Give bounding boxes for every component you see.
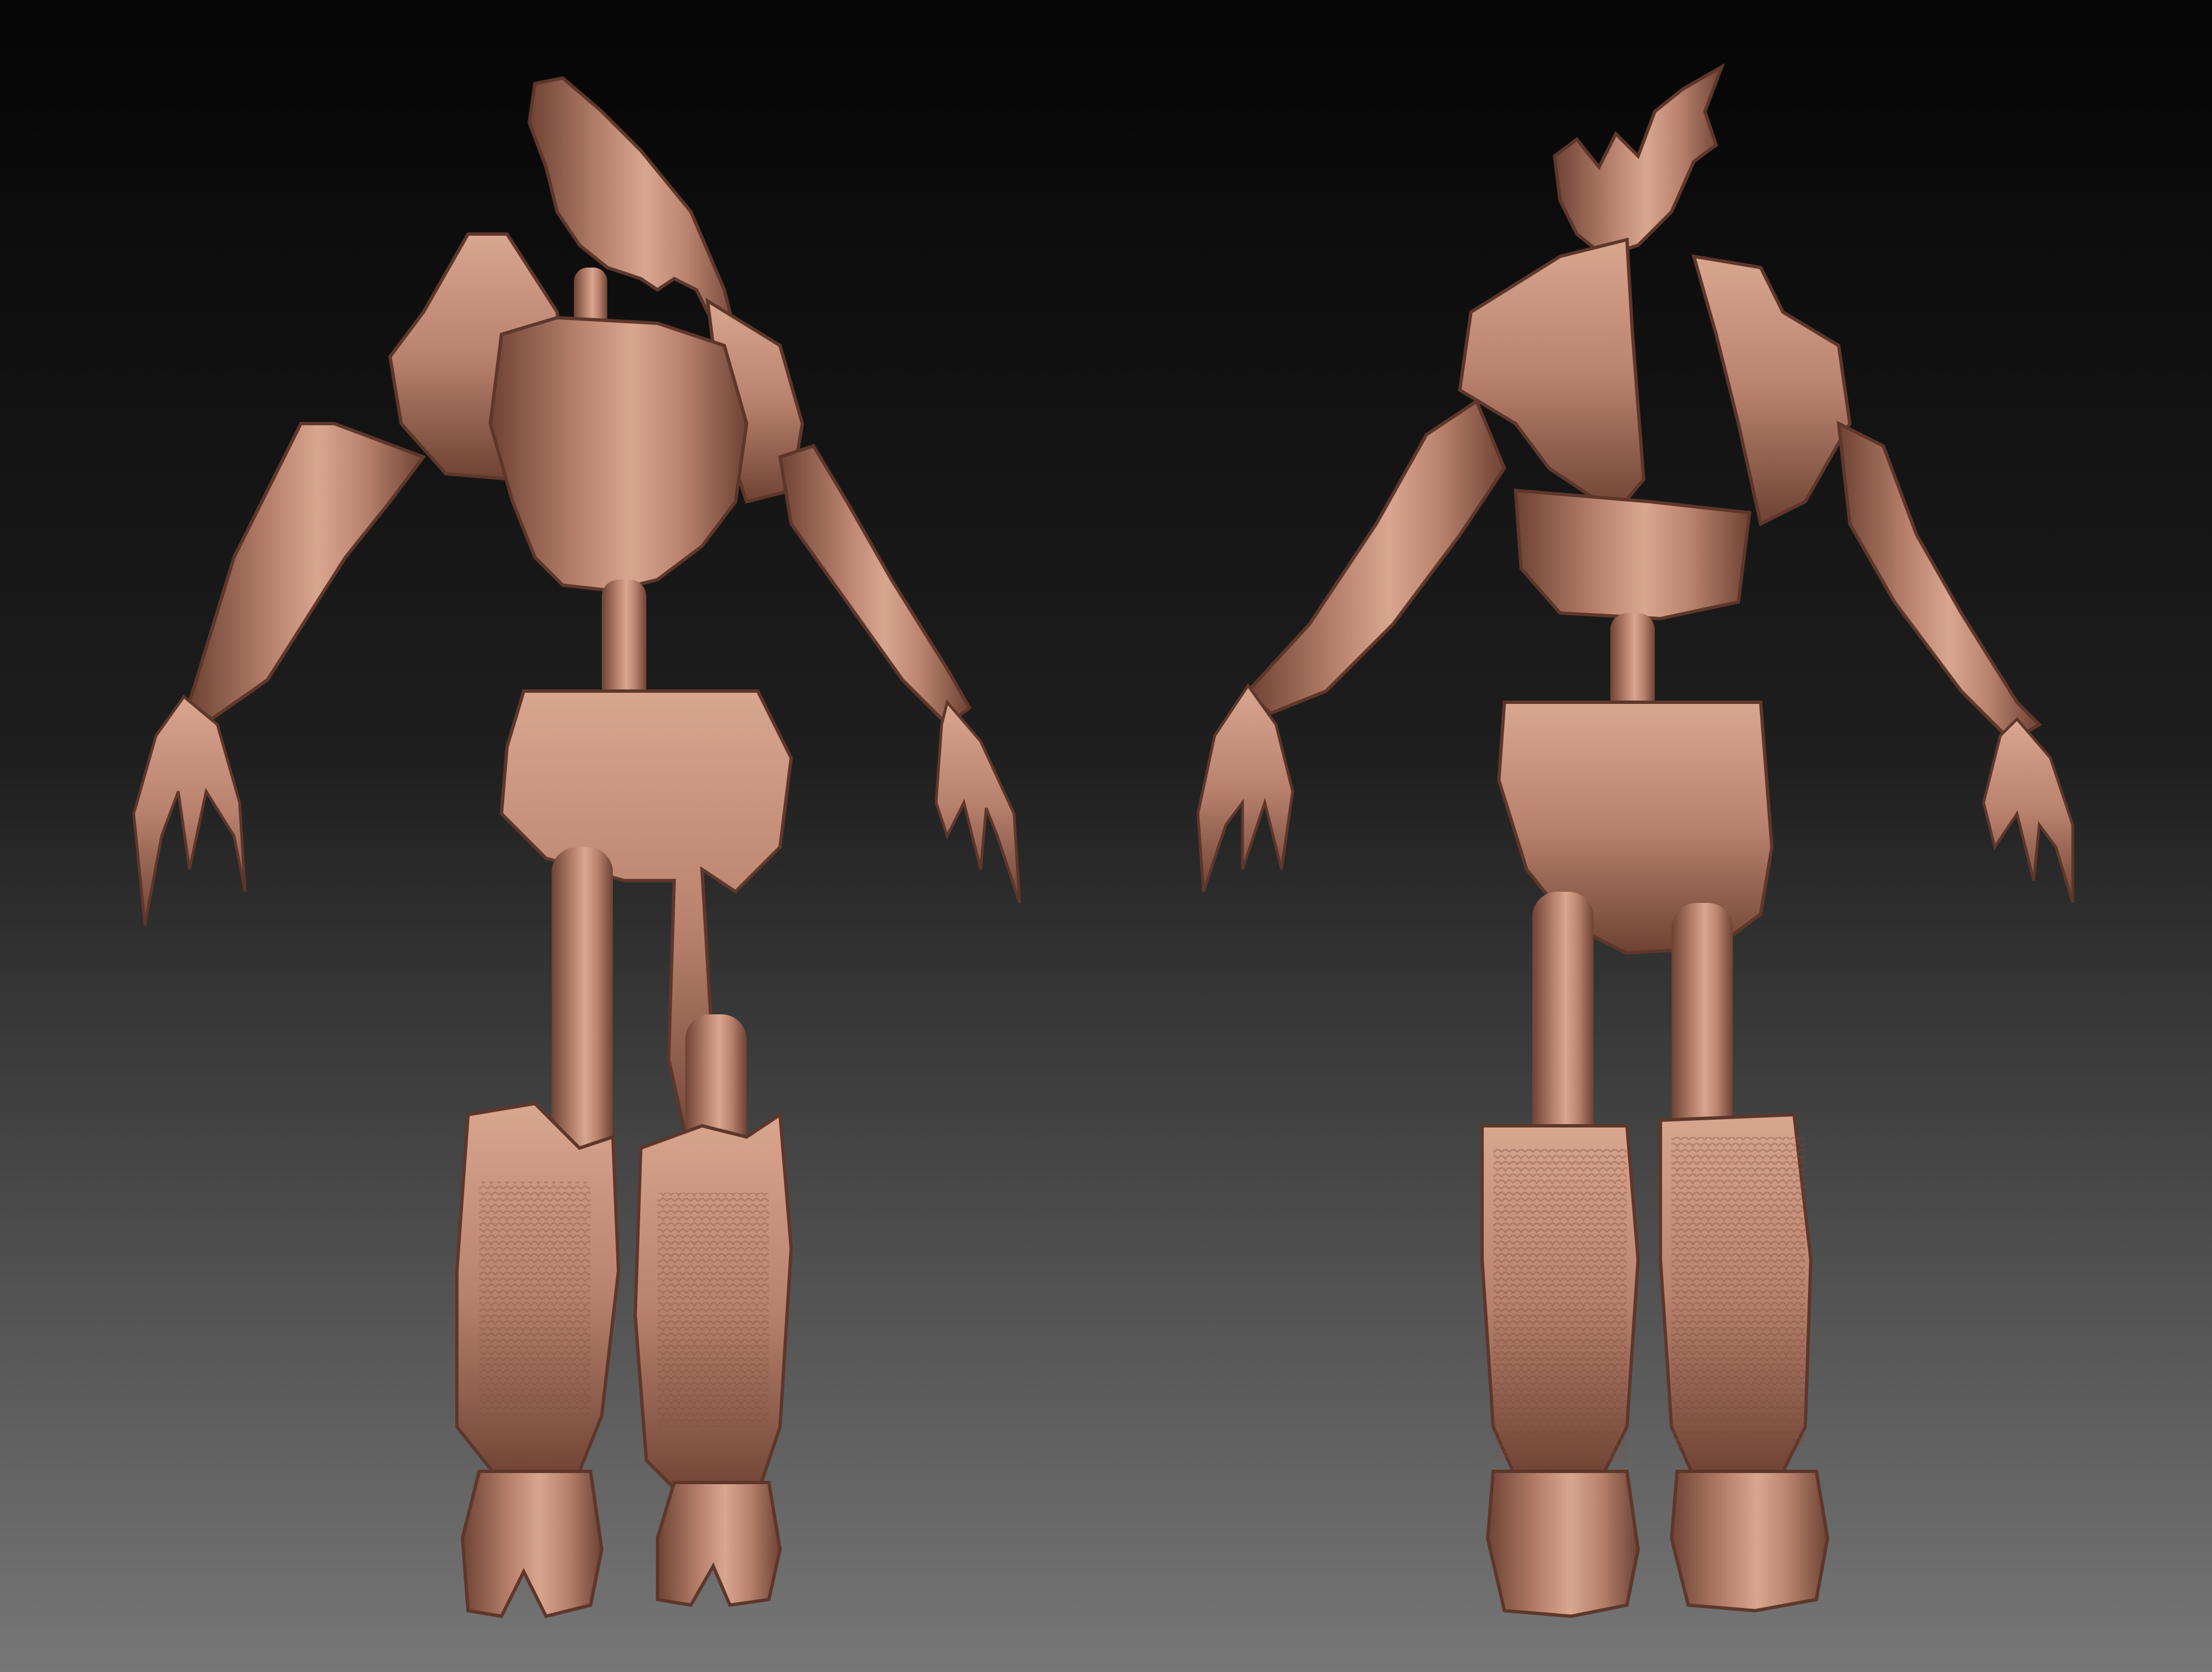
back-leg-left <box>1532 892 1594 1148</box>
back-greave-right-scales <box>1672 1137 1805 1449</box>
sculpt-render-canvas <box>0 0 2212 1672</box>
sculpt-render <box>0 0 2212 1672</box>
back-spine <box>1610 613 1655 713</box>
front-leg-left <box>552 847 613 1159</box>
back-greave-left-scales <box>1493 1148 1627 1460</box>
front-spine <box>602 580 646 702</box>
background-gradient <box>0 0 2212 1672</box>
back-torso <box>1513 488 1752 621</box>
front-greave-left-scales <box>479 1182 591 1416</box>
back-hoof-left <box>1485 1470 1640 1618</box>
back-hoof-right <box>1669 1470 1830 1613</box>
back-leg-right <box>1672 903 1733 1137</box>
front-greave-right-scales <box>657 1193 769 1427</box>
